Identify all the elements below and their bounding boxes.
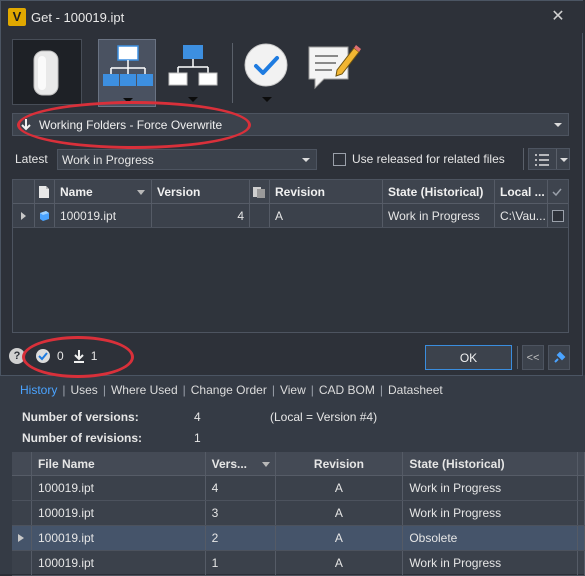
use-released-label: Use released for related files: [352, 152, 505, 166]
col-name[interactable]: Name: [55, 180, 152, 203]
tab-view[interactable]: View: [278, 383, 308, 397]
history-grid: File Name Vers... Revision State (Histor…: [12, 452, 585, 576]
tab-history[interactable]: History: [18, 383, 59, 397]
vault-app-icon: V: [8, 8, 26, 26]
file-attachment-icon: [250, 180, 270, 203]
col-revision[interactable]: Revision: [270, 180, 383, 203]
check-button[interactable]: [240, 39, 292, 107]
annotation-ellipse: [22, 336, 134, 378]
history-tabs: History | Uses | Where Used | Change Order |…: [18, 383, 445, 397]
view-options-button[interactable]: [528, 148, 570, 170]
version-filter-dropdown[interactable]: Work in Progress: [57, 149, 317, 170]
col-version[interactable]: Version: [152, 180, 250, 203]
row-checkbox[interactable]: [552, 209, 564, 222]
part-file-icon: [35, 204, 55, 227]
ok-button[interactable]: OK: [425, 345, 512, 370]
file-thumbnail: [12, 39, 82, 105]
check-circle-icon: [244, 43, 288, 102]
tab-datasheet[interactable]: Datasheet: [386, 383, 445, 397]
table-row[interactable]: 100019.ipt 1 A Work in Progress: [12, 551, 585, 576]
use-released-checkbox[interactable]: [333, 153, 346, 166]
include-children-button[interactable]: [98, 39, 156, 107]
tab-cad-bom[interactable]: CAD BOM: [317, 383, 377, 397]
toolbar-separator: [232, 43, 233, 103]
col-version[interactable]: Vers...: [206, 452, 276, 475]
col-local[interactable]: Local ...: [495, 180, 548, 203]
summary-versions-value: 4: [194, 410, 201, 424]
annotation-ellipse: [17, 101, 251, 149]
table-row[interactable]: 100019.ipt 4 A Work in Progress: [12, 476, 585, 501]
col-revision[interactable]: Revision: [276, 452, 404, 475]
structure-parents-icon: [168, 45, 218, 102]
chevron-down-icon: [560, 158, 568, 162]
summary-local-note: (Local = Version #4): [270, 410, 378, 424]
row-pointer-icon: [12, 526, 32, 550]
toolbar: [12, 39, 572, 107]
collapse-button[interactable]: <<: [522, 345, 544, 370]
tab-uses[interactable]: Uses: [68, 383, 99, 397]
comment-edit-icon: [308, 45, 361, 90]
summary-revisions-label: Number of revisions:: [22, 431, 143, 445]
col-state[interactable]: State (Historical): [383, 180, 495, 203]
file-grid-header: Name Version Revision State (Historical)…: [13, 180, 568, 204]
include-parents-button[interactable]: [164, 39, 222, 107]
row-expand-icon[interactable]: [13, 204, 35, 227]
tab-where-used[interactable]: Where Used: [109, 383, 180, 397]
check-column-icon: [548, 180, 568, 203]
dialog-title: Get - 100019.ipt: [31, 10, 125, 25]
table-row-selected[interactable]: 100019.ipt 2 A Obsolete: [12, 526, 585, 551]
table-row[interactable]: 100019.ipt 3 A Work in Progress: [12, 501, 585, 526]
table-row[interactable]: 100019.ipt 4 A Work in Progress C:\Vau..…: [13, 204, 568, 228]
col-state[interactable]: State (Historical): [403, 452, 578, 475]
close-icon[interactable]: ✕: [547, 6, 569, 28]
history-grid-header: File Name Vers... Revision State (Histor…: [12, 452, 585, 476]
file-grid: Name Version Revision State (Historical)…: [12, 179, 569, 333]
col-file-name[interactable]: File Name: [32, 452, 206, 475]
pin-button[interactable]: [548, 345, 570, 370]
comment-button[interactable]: [304, 39, 362, 107]
chevron-down-icon: [302, 158, 310, 162]
tab-change-order[interactable]: Change Order: [189, 383, 269, 397]
get-dialog: V Get - 100019.ipt ✕ Working Folders - F…: [0, 0, 584, 376]
chevron-down-icon: [554, 123, 562, 127]
summary-versions-label: Number of versions:: [22, 410, 139, 424]
summary-revisions-value: 1: [194, 431, 201, 445]
pin-icon: [554, 351, 566, 363]
version-label: Latest: [15, 152, 48, 166]
list-view-icon: [535, 154, 549, 166]
file-type-icon: [35, 180, 55, 203]
structure-children-icon: [103, 45, 153, 103]
